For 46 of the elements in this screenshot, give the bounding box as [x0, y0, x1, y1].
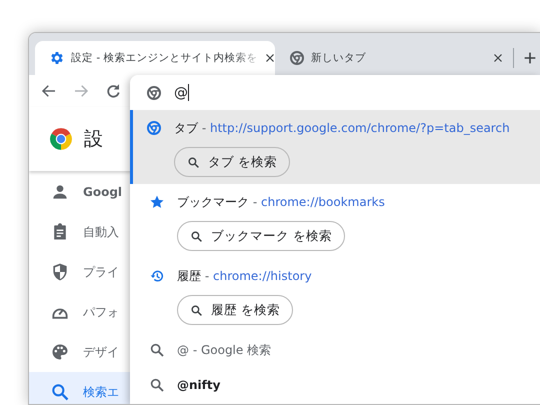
sidebar-label: デザイ: [83, 344, 119, 360]
sidebar-item[interactable]: 自動入: [29, 212, 131, 252]
search-icon: [190, 230, 203, 242]
chrome-icon: [146, 84, 162, 100]
suggestion-row[interactable]: @nifty: [130, 367, 540, 402]
search-chip-button[interactable]: 履歴 を検索: [177, 295, 293, 325]
history-icon: [149, 268, 165, 284]
tab-title: 新しいタブ: [311, 51, 367, 65]
sidebar-item[interactable]: プライ: [29, 252, 131, 292]
search-icon: [50, 382, 70, 402]
suggestion-row[interactable]: @ - Google 検索: [130, 332, 540, 367]
search-icon: [149, 377, 165, 393]
sidebar-item[interactable]: デザイ: [29, 332, 131, 372]
sidebar-label: プライ: [83, 264, 119, 280]
tab-title: 設定 - 検索エンジンとサイト内検索を: [71, 51, 258, 65]
suggestion-text: ブックマーク - chrome://bookmarks: [177, 194, 385, 210]
sidebar-label: パフォ: [83, 304, 119, 320]
suggestion-text: @ - Google 検索: [177, 342, 272, 358]
sidebar-item[interactable]: パフォ: [29, 292, 131, 332]
sidebar-label: 自動入: [83, 224, 119, 240]
suggestion-row[interactable]: ブックマーク - chrome://bookmarks ブックマーク を検索: [130, 184, 540, 258]
chrome-icon: [289, 50, 305, 66]
browser-tab[interactable]: 新しいタブ: [275, 41, 513, 75]
search-icon: [149, 342, 165, 358]
address-field[interactable]: @: [174, 80, 189, 104]
suggestion-text: 履歴 - chrome://history: [177, 268, 312, 284]
search-chip-button[interactable]: ブックマーク を検索: [177, 221, 345, 251]
suggestion-text: タブ - http://support.google.com/chrome/?p=tab_search: [174, 120, 510, 136]
plus-icon[interactable]: [522, 50, 538, 66]
palette-icon: [50, 342, 70, 362]
search-icon: [190, 304, 203, 316]
gear-icon: [49, 50, 65, 66]
page-title: 設: [84, 127, 103, 152]
search-icon: [187, 156, 200, 168]
star-icon: [149, 194, 165, 210]
search-chip-button[interactable]: タブ を検索: [174, 147, 290, 177]
chrome-logo-icon: [48, 126, 74, 152]
sidebar-label: 検索エ: [83, 384, 119, 400]
suggestion-text: @nifty: [177, 378, 220, 392]
browser-tab[interactable]: 設定 - 検索エンジンとサイト内検索を: [35, 41, 275, 75]
sidebar-item[interactable]: 検索エ: [29, 372, 131, 404]
suggestion-row[interactable]: 履歴 - chrome://history 履歴 を検索: [130, 258, 540, 332]
chrome-icon: [146, 120, 162, 136]
sidebar-label: Googl: [83, 185, 122, 199]
suggestion-row[interactable]: タブ - http://support.google.com/chrome/?p=tab_search タブ を検索: [130, 110, 540, 184]
sidebar-item[interactable]: Googl: [29, 172, 131, 212]
